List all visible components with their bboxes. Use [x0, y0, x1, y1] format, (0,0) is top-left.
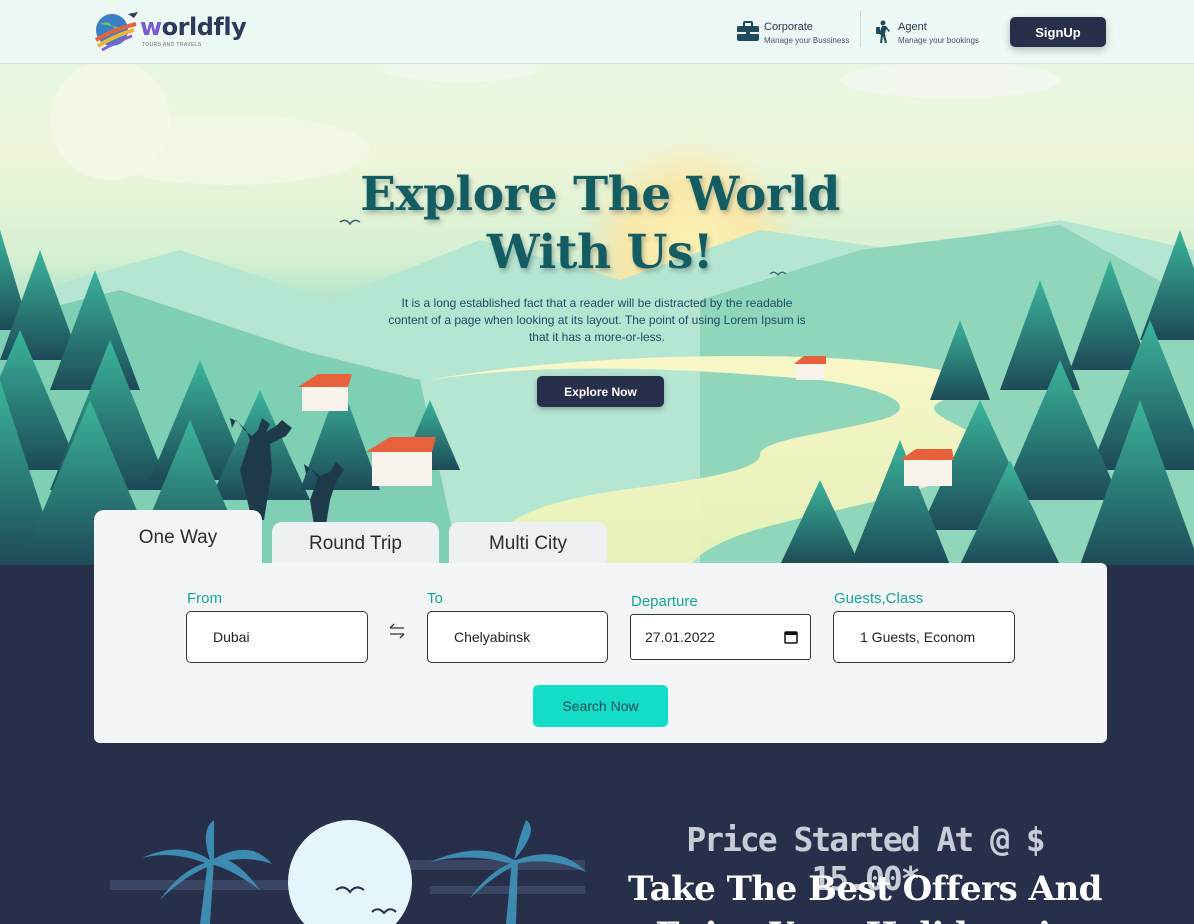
hero-description: It is a long established fact that a rea… [388, 296, 806, 344]
to-field[interactable]: Chelyabinsk [427, 611, 608, 663]
nav-corporate[interactable]: Corporate Manage your Bussiness [736, 18, 856, 48]
nav-agent[interactable]: Agent Manage your bookings [870, 18, 990, 48]
globe-plane-icon [94, 12, 138, 52]
signup-button[interactable]: SignUp [1010, 17, 1106, 47]
hero-title-line2: With Us! [486, 225, 714, 280]
hero-section [0, 0, 1194, 565]
worldfly-logo[interactable]: worldfly TOURS AND TRAVELS [94, 10, 247, 56]
tropical-island-illustration [110, 820, 586, 924]
hiker-icon [876, 20, 890, 43]
guests-class-field[interactable]: 1 Guests, Econom [833, 611, 1015, 663]
departure-date-value: 27.01.2022 [645, 629, 716, 645]
search-now-button[interactable]: Search Now [533, 685, 668, 727]
to-label: To [427, 590, 443, 607]
hero-landscape-illustration [0, 54, 1194, 565]
nav-agent-subtitle: Manage your bookings [898, 36, 979, 45]
nav-divider [860, 11, 861, 47]
offers-heading: Take The Best Offers And Enjoy Your Holi… [628, 869, 1102, 924]
brand-tagline: TOURS AND TRAVELS [142, 42, 202, 48]
from-field[interactable]: Dubai [186, 611, 368, 663]
departure-label: Departure [631, 593, 698, 610]
explore-now-button[interactable]: Explore Now [537, 376, 664, 407]
from-label: From [187, 590, 222, 607]
nav-corporate-title: Corporate [764, 21, 813, 33]
nav-corporate-subtitle: Manage your Bussiness [764, 36, 850, 45]
top-header: worldfly TOURS AND TRAVELS Corporate Man… [0, 0, 1194, 64]
guests-class-label: Guests,Class [834, 590, 924, 607]
brand-name: worldfly [140, 13, 247, 41]
tab-one-way[interactable]: One Way [94, 510, 262, 566]
hero-title: Explore The World With Us! [300, 166, 900, 282]
nav-agent-title: Agent [898, 21, 927, 33]
hero-title-line1: Explore The World [360, 167, 840, 222]
tab-multi-city[interactable]: Multi City [449, 522, 607, 566]
calendar-icon[interactable] [784, 630, 798, 644]
tab-round-trip[interactable]: Round Trip [272, 522, 439, 566]
briefcase-icon [737, 21, 759, 41]
swap-arrows-icon[interactable] [388, 622, 406, 640]
departure-date-field[interactable]: 27.01.2022 [630, 614, 811, 660]
